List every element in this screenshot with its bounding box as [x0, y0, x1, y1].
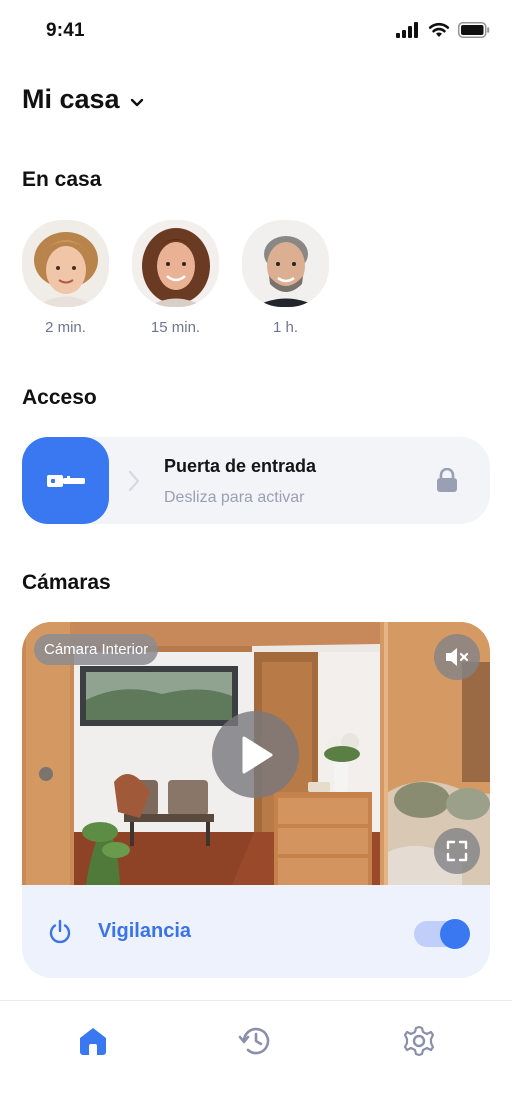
history-icon — [238, 1027, 270, 1055]
avatar — [242, 220, 329, 307]
key-icon — [46, 474, 85, 487]
home-icon — [80, 1028, 106, 1055]
status-bar: 9:41 — [0, 0, 512, 62]
section-title-access: Acceso — [22, 386, 97, 409]
wifi-icon — [428, 22, 450, 37]
play-button[interactable] — [212, 711, 299, 798]
tab-settings[interactable] — [399, 1021, 439, 1061]
tab-history[interactable] — [235, 1021, 275, 1061]
camera-label: Cámara Interior — [34, 634, 159, 665]
tab-bar — [0, 1000, 512, 1109]
section-title-home: En casa — [22, 168, 102, 191]
fullscreen-button[interactable] — [434, 828, 480, 874]
battery-icon — [458, 22, 490, 38]
person-time: 2 min. — [45, 319, 86, 336]
chevron-right-icon — [128, 470, 140, 492]
surveillance-label: Vigilancia — [98, 920, 192, 942]
mute-button[interactable] — [434, 634, 480, 680]
settings-icon — [403, 1025, 435, 1057]
power-icon — [49, 919, 71, 944]
avatar — [22, 220, 109, 307]
door-subtitle: Desliza para activar — [164, 489, 305, 506]
lock-icon — [437, 468, 457, 492]
surveillance-toggle[interactable] — [414, 919, 470, 949]
speaker-muted-icon — [446, 648, 469, 666]
home-title: Mi casa — [22, 84, 120, 114]
surveillance-row: Vigilancia — [22, 885, 490, 978]
door-slider[interactable]: Puerta de entrada Desliza para activar — [22, 437, 490, 524]
tab-home[interactable] — [73, 1021, 113, 1061]
door-title: Puerta de entrada — [164, 456, 317, 476]
status-time: 9:41 — [46, 20, 85, 41]
cellular-signal-icon — [396, 22, 418, 38]
slide-handle[interactable] — [22, 437, 109, 524]
camera-card: Cámara Interior Vigilancia — [22, 622, 490, 978]
person-item[interactable]: 1 h. — [242, 220, 329, 336]
home-selector[interactable]: Mi casa — [22, 84, 144, 115]
people-list: 2 min. 15 min. 1 h. — [22, 220, 329, 336]
section-title-cameras: Cámaras — [22, 571, 111, 594]
status-icons — [396, 22, 490, 38]
avatar — [132, 220, 219, 307]
toggle-knob — [440, 919, 470, 949]
play-icon — [242, 736, 272, 773]
person-item[interactable]: 2 min. — [22, 220, 109, 336]
person-item[interactable]: 15 min. — [132, 220, 219, 336]
person-time: 1 h. — [272, 319, 299, 336]
camera-feed[interactable]: Cámara Interior — [22, 622, 490, 885]
fullscreen-icon — [446, 840, 468, 862]
chevron-down-icon — [130, 98, 143, 106]
person-time: 15 min. — [150, 319, 201, 336]
